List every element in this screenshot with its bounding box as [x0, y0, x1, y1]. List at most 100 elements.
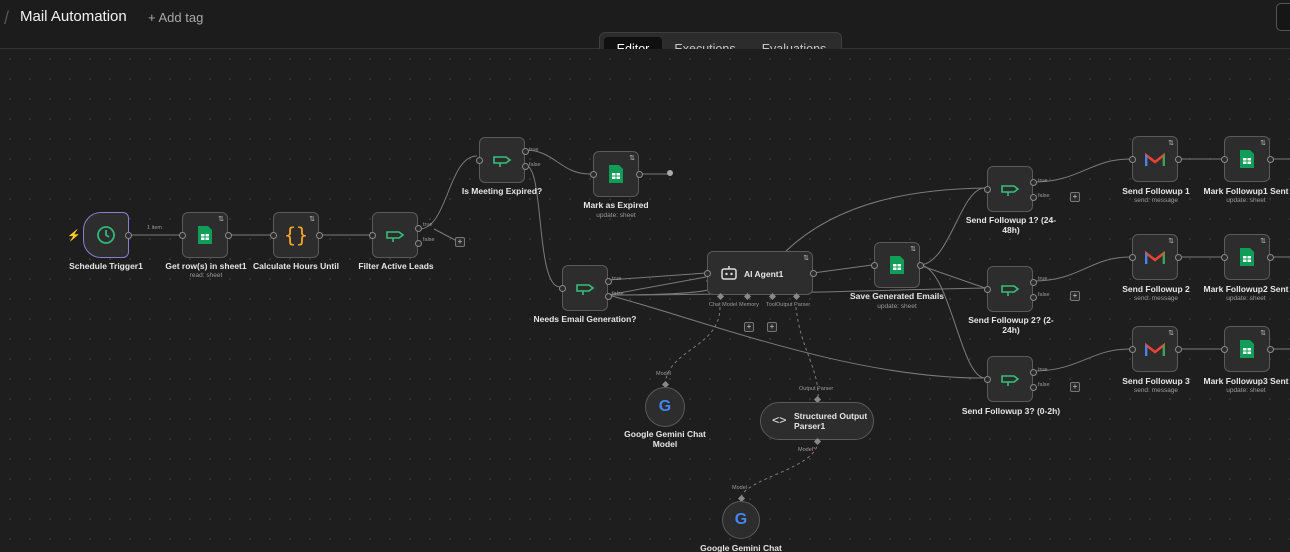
output-port-false[interactable]	[522, 163, 529, 170]
input-port[interactable]	[270, 232, 277, 239]
output-port[interactable]	[1175, 254, 1182, 261]
node-label-ai-agent: AI Agent1	[744, 269, 784, 279]
output-port-false[interactable]	[605, 293, 612, 300]
input-port[interactable]	[1129, 254, 1136, 261]
node-get-rows[interactable]: ⇅	[179, 212, 232, 258]
input-port[interactable]	[179, 232, 186, 239]
add-node-button[interactable]: +	[1070, 291, 1080, 301]
input-port[interactable]	[1129, 156, 1136, 163]
gmail-icon	[1145, 152, 1165, 166]
input-port[interactable]	[871, 262, 878, 269]
node-label-send-3: Send Followup 3	[1122, 376, 1190, 386]
input-port[interactable]	[704, 270, 711, 277]
output-port[interactable]	[636, 171, 643, 178]
node-label-schedule: Schedule Trigger1	[69, 261, 143, 271]
node-send-followup-1[interactable]: ⇅	[1129, 136, 1182, 182]
node-send-followup-1-check[interactable]	[984, 166, 1037, 212]
node-needs-email-generation[interactable]	[559, 265, 612, 311]
node-label-mark-3: Mark Followup3 Sent	[1203, 376, 1289, 386]
workflow-title[interactable]: Mail Automation	[20, 8, 127, 25]
input-port[interactable]	[590, 171, 597, 178]
output-port-true[interactable]	[415, 225, 422, 232]
node-sub-send-3: send: message	[1133, 387, 1179, 394]
node-send-followup-2[interactable]: ⇅	[1129, 234, 1182, 280]
output-port-false[interactable]	[415, 240, 422, 247]
node-calculate-hours[interactable]: {} ⇅	[270, 212, 323, 258]
branch-true-label: true	[423, 222, 433, 228]
workflow-canvas[interactable]: ⚡ 1 item Schedule Trigger1 ⇅ Get row(s) …	[0, 49, 1290, 552]
node-send-followup-3[interactable]: ⇅	[1129, 326, 1182, 372]
output-port[interactable]	[917, 262, 924, 269]
node-google-gemini-2[interactable]: G	[722, 501, 760, 539]
input-port[interactable]	[1221, 346, 1228, 353]
output-port[interactable]	[810, 270, 817, 277]
output-port[interactable]	[125, 232, 132, 239]
header-action-button[interactable]	[1276, 3, 1290, 31]
refresh-icon: ⇅	[629, 155, 635, 162]
output-port[interactable]	[225, 232, 232, 239]
input-port[interactable]	[1221, 254, 1228, 261]
node-save-generated-emails[interactable]: ⇅	[871, 242, 924, 288]
refresh-icon: ⇅	[910, 246, 916, 253]
input-port[interactable]	[984, 186, 991, 193]
add-tool-button[interactable]: +	[767, 322, 777, 332]
node-mark-as-expired[interactable]: ⇅	[590, 151, 643, 197]
output-port-false[interactable]	[1030, 294, 1037, 301]
google-icon: G	[658, 398, 672, 415]
node-is-meeting-expired[interactable]	[476, 137, 529, 183]
add-node-button[interactable]: +	[1070, 382, 1080, 392]
node-google-gemini-1[interactable]: G	[645, 387, 685, 427]
output-port[interactable]	[1175, 156, 1182, 163]
output-port-true[interactable]	[1030, 369, 1037, 376]
node-mark-followup-2-sent[interactable]: ⇅	[1221, 234, 1274, 280]
add-node-button[interactable]: +	[455, 237, 465, 247]
input-port[interactable]	[559, 285, 566, 292]
input-port[interactable]	[476, 157, 483, 164]
output-port-false[interactable]	[1030, 384, 1037, 391]
edge-item-count: 1 item	[147, 225, 162, 231]
port-label-chat-model: Chat Model	[709, 302, 738, 308]
output-port[interactable]	[1267, 346, 1274, 353]
output-port-false[interactable]	[1030, 194, 1037, 201]
node-schedule-trigger[interactable]	[83, 212, 132, 258]
add-memory-button[interactable]: +	[744, 322, 754, 332]
input-port[interactable]	[369, 232, 376, 239]
output-port[interactable]	[1267, 254, 1274, 261]
node-filter-active-leads[interactable]	[369, 212, 422, 258]
node-send-followup-2-check[interactable]	[984, 266, 1037, 312]
node-mark-followup-3-sent[interactable]: ⇅	[1221, 326, 1274, 372]
node-send-followup-3-check[interactable]	[984, 356, 1037, 402]
node-sub-send-1: send: message	[1133, 197, 1179, 204]
refresh-icon: ⇅	[1260, 238, 1266, 245]
node-structured-output-parser[interactable]: <> Structured Output Parser1	[760, 402, 874, 440]
branch-true-label: true	[1038, 367, 1048, 373]
add-node-button[interactable]: +	[1070, 192, 1080, 202]
output-port-true[interactable]	[1030, 179, 1037, 186]
branch-false-label: false	[1038, 193, 1050, 199]
gmail-icon	[1145, 250, 1165, 264]
gmail-icon	[1145, 342, 1165, 356]
output-port-true[interactable]	[605, 278, 612, 285]
add-tag-button[interactable]: + Add tag	[148, 10, 203, 25]
output-port[interactable]	[1267, 156, 1274, 163]
input-port[interactable]	[1129, 346, 1136, 353]
node-label-mark-1: Mark Followup1 Sent	[1203, 186, 1289, 196]
port-label-output-parser: Output Parser	[776, 302, 811, 308]
breadcrumb-separator: /	[4, 8, 10, 28]
filter-icon	[1001, 185, 1020, 196]
node-label-save-emails: Save Generated Emails	[849, 291, 945, 301]
end-port[interactable]	[667, 170, 673, 176]
port-label-model: Model	[656, 371, 671, 377]
output-port-true[interactable]	[522, 148, 529, 155]
trigger-bolt-icon: ⚡	[67, 230, 81, 242]
output-port[interactable]	[1175, 346, 1182, 353]
code-braces-icon: {}	[283, 223, 309, 247]
branch-false-label: false	[529, 162, 541, 168]
output-port-true[interactable]	[1030, 279, 1037, 286]
input-port[interactable]	[984, 286, 991, 293]
output-port[interactable]	[316, 232, 323, 239]
input-port[interactable]	[1221, 156, 1228, 163]
input-port[interactable]	[984, 376, 991, 383]
node-mark-followup-1-sent[interactable]: ⇅	[1221, 136, 1274, 182]
node-ai-agent[interactable]: AI Agent1 ⇅	[704, 251, 817, 295]
